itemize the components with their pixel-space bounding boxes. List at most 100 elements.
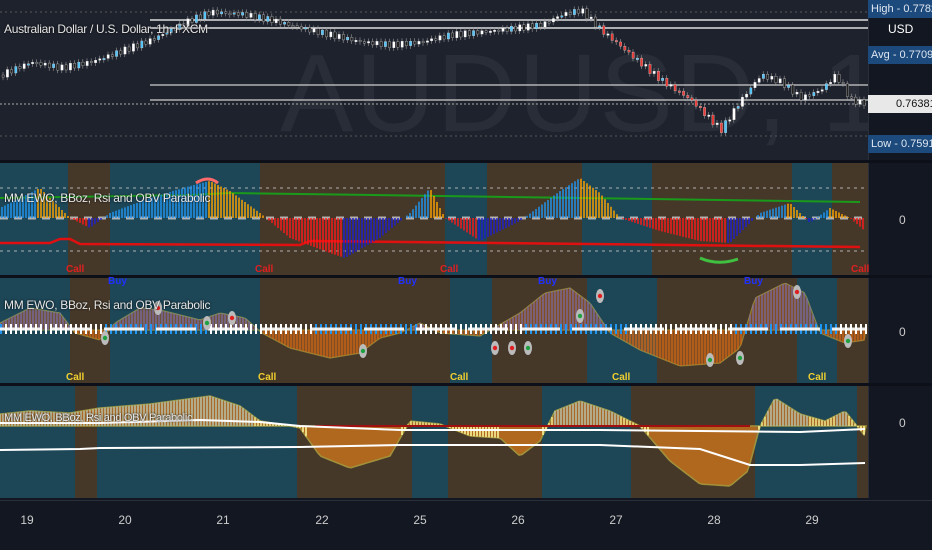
parabolic-dot-core <box>577 313 583 319</box>
candle <box>207 11 211 16</box>
price-pane[interactable]: AUDUSD, 1h Australian Dollar / U.S. Doll… <box>0 0 868 160</box>
candle <box>837 74 841 83</box>
indicator-3-axis[interactable]: 0 <box>868 386 932 498</box>
candle <box>321 29 324 35</box>
indicator-pane-1[interactable]: MM EWO, BBoz, Rsi and OBV Parabolic <box>0 163 868 275</box>
indicator-2-axis[interactable]: 0 <box>868 278 932 383</box>
candle <box>728 119 732 122</box>
candle <box>631 51 635 59</box>
candle <box>497 29 501 32</box>
candle <box>111 54 114 57</box>
candle <box>535 23 538 29</box>
sell-signal: Call <box>612 372 631 383</box>
candle <box>640 57 643 67</box>
candle <box>363 41 366 44</box>
candle <box>283 22 286 25</box>
candle <box>711 114 715 125</box>
candle <box>102 58 106 61</box>
candle <box>354 40 358 42</box>
candle <box>791 84 795 95</box>
candle <box>409 40 412 46</box>
time-tick: 22 <box>315 513 329 527</box>
signal-tick <box>830 324 832 334</box>
candle <box>203 11 207 20</box>
parabolic-dot-core <box>509 345 515 351</box>
candle <box>526 23 530 31</box>
candle <box>804 94 807 101</box>
candle <box>862 99 866 106</box>
signal-tick <box>410 324 412 334</box>
candle <box>547 21 551 24</box>
indicator-pane-3[interactable]: MM EWO, BBoz, Rsi and OBV Parabolic <box>0 386 868 498</box>
candle <box>56 63 60 71</box>
candle <box>22 63 26 69</box>
high-label: High - 0.77824 <box>868 0 932 18</box>
candle <box>140 40 144 49</box>
time-tick: 27 <box>609 513 623 527</box>
parabolic-dot-core <box>525 345 531 351</box>
candle <box>484 30 488 33</box>
time-tick: 20 <box>118 513 132 527</box>
parabolic-dot-core <box>492 345 498 351</box>
candle <box>665 78 669 87</box>
candle <box>463 30 467 38</box>
candle <box>606 33 610 36</box>
indicator-pane-2[interactable]: MM EWO, BBoz, Rsi and OBV Parabolic <box>0 278 868 383</box>
candle <box>371 41 375 46</box>
signal-tick <box>45 324 47 334</box>
candle <box>678 90 681 93</box>
candle <box>808 94 811 97</box>
candle <box>249 13 253 18</box>
candle <box>720 122 723 133</box>
candle <box>350 37 354 42</box>
signal-tick <box>250 324 252 334</box>
candle <box>438 35 442 41</box>
candle <box>825 83 828 90</box>
candle <box>144 40 148 45</box>
signal-tick <box>145 324 147 334</box>
candle <box>136 43 139 49</box>
indicator-1-axis[interactable]: 0 <box>868 163 932 275</box>
candle <box>581 8 585 14</box>
candle <box>615 40 618 43</box>
candle <box>31 62 34 64</box>
candle <box>279 18 282 25</box>
candle <box>287 22 291 26</box>
candle <box>648 64 652 74</box>
candle <box>673 84 677 92</box>
parabolic-dot-core <box>794 289 800 295</box>
parabolic-dot-core <box>229 315 235 321</box>
candle <box>119 50 123 55</box>
candle <box>73 63 76 69</box>
candle <box>379 41 383 47</box>
signal-tick <box>570 324 572 334</box>
low-label: Low - 0.75919 <box>868 135 932 153</box>
time-tick: 25 <box>413 513 427 527</box>
candle <box>736 106 740 109</box>
candle <box>346 37 349 41</box>
signal-tick <box>615 324 617 334</box>
candle <box>308 27 312 33</box>
candle <box>48 62 51 68</box>
signal-tick <box>300 324 302 334</box>
signal-tick <box>560 324 562 334</box>
candle <box>295 25 299 28</box>
signal-tick <box>150 324 152 334</box>
indicator-3-title: MM EWO, BBoz, Rsi and OBV Parabolic <box>4 412 193 424</box>
candle <box>493 29 496 32</box>
candle <box>35 62 39 64</box>
candle <box>400 41 404 48</box>
candle <box>732 108 736 120</box>
signal-tick <box>670 324 672 334</box>
candle <box>358 40 362 42</box>
signal-tick <box>305 324 307 334</box>
candle <box>85 61 89 66</box>
candle <box>636 57 639 60</box>
candle <box>157 35 160 40</box>
signal-band <box>412 386 448 498</box>
candle <box>510 26 513 32</box>
time-axis[interactable]: 19 20 21 22 25 26 27 28 29 <box>0 500 932 550</box>
signal-tick <box>405 324 407 334</box>
candle <box>127 46 131 52</box>
time-tick: 29 <box>805 513 819 527</box>
